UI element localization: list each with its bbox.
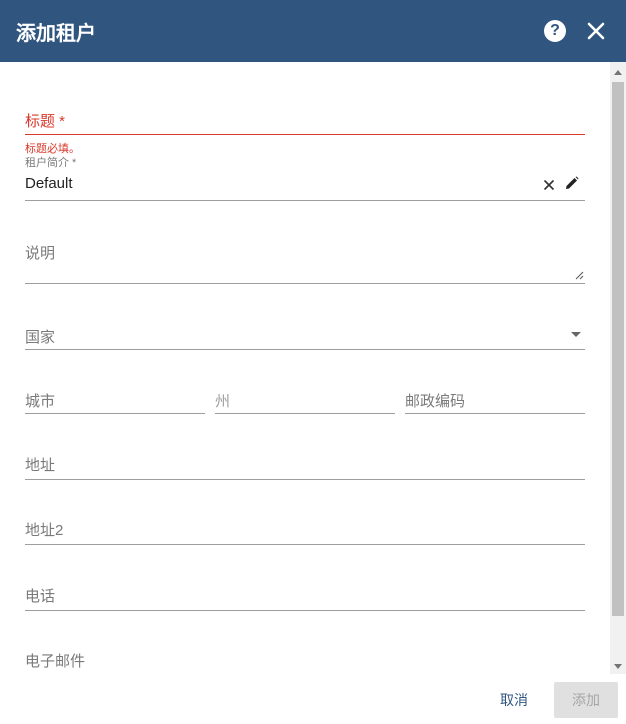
city-placeholder: 城市: [25, 393, 56, 410]
email-input[interactable]: 电子邮件: [25, 646, 585, 674]
country-select[interactable]: 国家: [25, 318, 585, 354]
help-icon[interactable]: ?: [544, 20, 566, 42]
zip-underline: [405, 413, 585, 414]
scrollbar[interactable]: [610, 62, 626, 674]
city-underline: [25, 413, 205, 414]
address2-input[interactable]: 地址2: [25, 515, 585, 547]
tenant-profile-field[interactable]: 租户简介 * Default: [25, 154, 585, 202]
zip-placeholder: 邮政编码: [405, 393, 466, 410]
state-placeholder: 州: [215, 393, 231, 410]
country-placeholder: 国家: [25, 329, 56, 346]
edit-pencil-icon[interactable]: [565, 176, 579, 190]
title-field[interactable]: 标题 * 标题必填。: [25, 102, 585, 158]
description-textarea[interactable]: 说明: [25, 234, 585, 286]
description-placeholder: 说明: [25, 245, 56, 262]
address2-placeholder: 地址2: [25, 522, 64, 539]
tenant-profile-value: Default: [25, 175, 73, 192]
dialog-content: 标题 * 标题必填。 租户简介 * Default 说明 国家 城市 州 邮政编…: [0, 62, 610, 674]
dialog-title: 添加租户: [16, 22, 96, 45]
dialog-header: 添加租户 ?: [0, 0, 626, 62]
address-underline: [25, 479, 585, 480]
state-underline: [215, 413, 395, 414]
cancel-button[interactable]: 取消: [488, 682, 540, 718]
resize-handle-icon[interactable]: [575, 267, 584, 280]
close-icon[interactable]: [584, 19, 608, 43]
address2-underline: [25, 544, 585, 545]
add-button[interactable]: 添加: [554, 682, 618, 718]
dialog-footer: 取消 添加: [0, 674, 626, 724]
phone-underline: [25, 610, 585, 611]
tenant-profile-underline: [25, 200, 585, 201]
country-underline: [25, 349, 585, 350]
tenant-profile-label: 租户简介 *: [25, 157, 77, 169]
zip-input[interactable]: 邮政编码: [405, 384, 585, 416]
description-underline: [25, 283, 585, 284]
scroll-up-arrow-icon[interactable]: [614, 70, 622, 75]
title-label: 标题 *: [25, 113, 66, 130]
address-placeholder: 地址: [25, 457, 56, 474]
phone-input[interactable]: 电话: [25, 581, 585, 613]
scrollbar-thumb[interactable]: [612, 82, 624, 616]
dropdown-arrow-icon[interactable]: [571, 332, 581, 337]
phone-placeholder: 电话: [25, 588, 56, 605]
scroll-down-arrow-icon[interactable]: [614, 664, 622, 669]
title-underline: [25, 134, 585, 135]
clear-icon[interactable]: [543, 178, 555, 191]
email-placeholder: 电子邮件: [25, 653, 86, 670]
city-input[interactable]: 城市: [25, 384, 205, 416]
state-input[interactable]: 州: [215, 384, 395, 416]
address-input[interactable]: 地址: [25, 450, 585, 482]
